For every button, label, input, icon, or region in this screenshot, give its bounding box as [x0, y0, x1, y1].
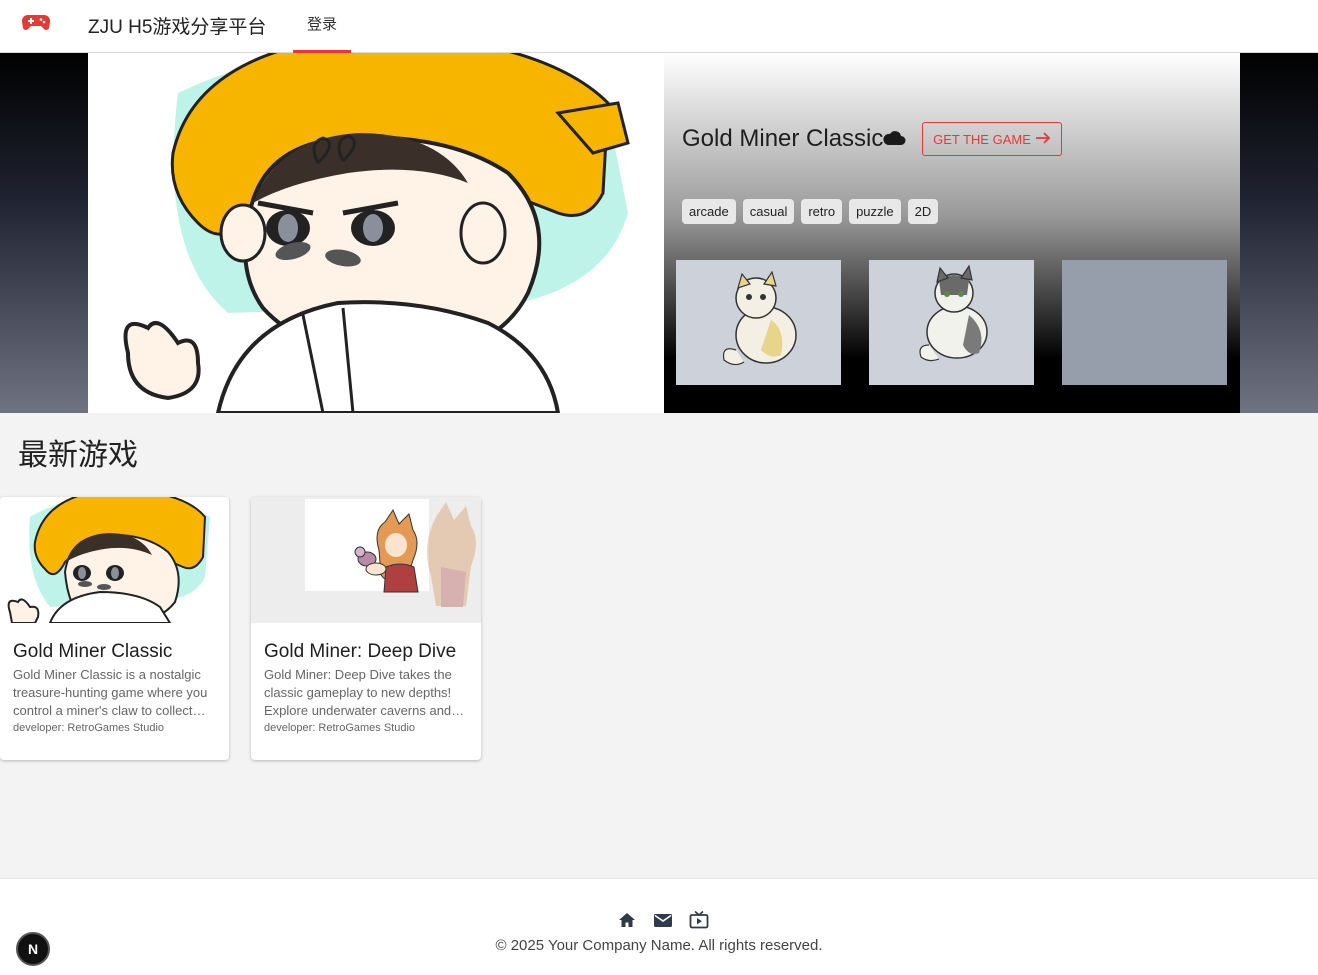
cloud-icon: [882, 129, 906, 147]
game-card-image[interactable]: [0, 497, 229, 623]
game-card-developer: developer: RetroGames Studio: [13, 722, 165, 734]
hero-game-cover[interactable]: [88, 53, 664, 413]
game-card-developer: developer: RetroGames Studio: [264, 722, 416, 734]
game-card-image[interactable]: [251, 497, 481, 623]
game-card-title[interactable]: Gold Miner: Deep Dive: [264, 641, 456, 663]
game-card-description: Gold Miner Classic is a nostalgic treasu…: [13, 667, 208, 718]
tag-chip[interactable]: 2D: [907, 199, 939, 224]
nav-login-label: 登录: [306, 16, 337, 33]
tag-list: arcade casual retro puzzle 2D: [682, 199, 939, 224]
screenshot-thumbnail-placeholder[interactable]: [1062, 260, 1227, 385]
screenshot-thumbnail[interactable]: [676, 260, 841, 385]
hero-info-panel: Gold Miner Classic GET THE GAME arcade c…: [664, 53, 1240, 413]
screenshot-thumbnails: [676, 260, 1227, 385]
game-card[interactable]: Gold Miner: Deep Dive Gold Miner: Deep D…: [251, 497, 481, 760]
tag-chip[interactable]: puzzle: [849, 199, 901, 224]
nav-login-tab[interactable]: 登录: [293, 0, 351, 54]
dev-tools-badge[interactable]: N: [16, 932, 50, 966]
tag-chip[interactable]: arcade: [682, 199, 736, 224]
page-footer: © 2025 Your Company Name. All rights res…: [0, 878, 1318, 975]
screenshot-thumbnail[interactable]: [869, 260, 1034, 385]
top-header: ZJU H5游戏分享平台 登录: [0, 0, 1318, 54]
gamepad-icon[interactable]: [21, 11, 51, 33]
game-card-title[interactable]: Gold Miner Classic: [13, 641, 172, 663]
tag-chip[interactable]: retro: [801, 199, 843, 224]
hero-game-title[interactable]: Gold Miner Classic: [682, 125, 883, 153]
site-title[interactable]: ZJU H5游戏分享平台: [88, 12, 266, 39]
game-card-description: Gold Miner: Deep Dive takes the classic …: [264, 667, 452, 718]
tag-chip[interactable]: casual: [742, 199, 795, 224]
footer-icon-links: [616, 909, 710, 931]
arrow-right-icon: [1035, 131, 1051, 148]
get-the-game-button[interactable]: GET THE GAME: [922, 122, 1062, 156]
hero-banner: Gold Miner Classic GET THE GAME arcade c…: [0, 53, 1318, 413]
game-card[interactable]: Gold Miner Classic Gold Miner Classic is…: [0, 497, 229, 760]
copyright-text: © 2025 Your Company Name. All rights res…: [495, 937, 823, 954]
section-title-latest-games: 最新游戏: [18, 439, 138, 472]
mail-icon[interactable]: [652, 909, 674, 931]
tv-icon[interactable]: [688, 909, 710, 931]
get-the-game-label: GET THE GAME: [933, 131, 1031, 147]
home-icon[interactable]: [616, 909, 638, 931]
